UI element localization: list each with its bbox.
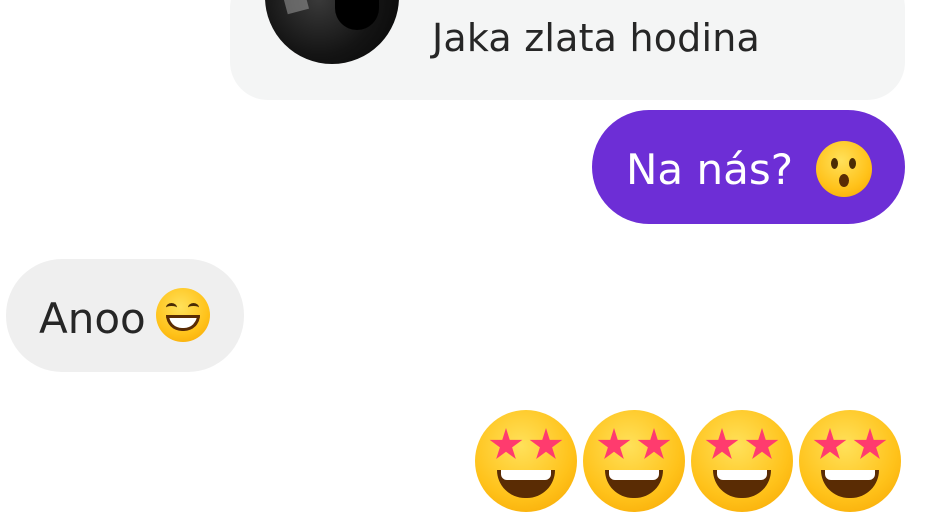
reply-preview-text: Jaka zlata hodina [432, 16, 761, 60]
reply-preview[interactable]: Jaka zlata hodina [230, 0, 905, 100]
star-struck-emoji-icon [691, 410, 793, 512]
star-struck-emoji-icon [475, 410, 577, 512]
message-text: Anoo [39, 294, 146, 343]
grinning-face-emoji-icon [156, 288, 210, 342]
astonished-face-emoji-icon [816, 141, 872, 197]
star-struck-emoji-icon [583, 410, 685, 512]
message-text: Na nás? [626, 145, 794, 194]
star-struck-emoji-icon [799, 410, 901, 512]
avatar[interactable] [265, 0, 399, 64]
